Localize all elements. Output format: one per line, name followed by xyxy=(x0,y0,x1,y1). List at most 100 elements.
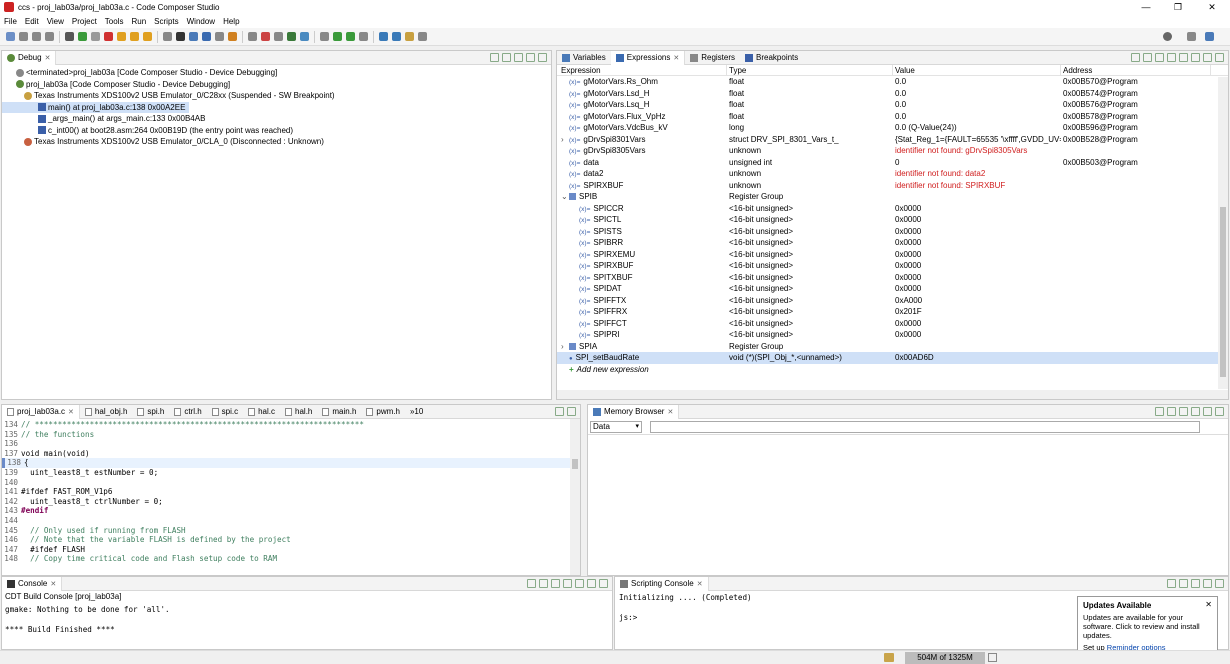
minimize-view-icon[interactable] xyxy=(1203,407,1212,416)
maximize-button[interactable]: ❐ xyxy=(1164,0,1192,14)
expressions-hscrollbar[interactable] xyxy=(557,390,1228,399)
close-icon[interactable]: ✕ xyxy=(1205,600,1212,609)
expression-row[interactable]: (x)= SPIFFCT <16-bit unsigned> 0x0000 xyxy=(557,318,1228,330)
toolbar-button-icon[interactable] xyxy=(65,32,74,41)
debug-perspective-icon[interactable] xyxy=(1205,32,1214,41)
format-icon[interactable] xyxy=(1179,407,1188,416)
editor-tab[interactable]: hal.c xyxy=(243,405,280,419)
debug-tree-item[interactable]: Texas Instruments XDS100v2 USB Emulator_… xyxy=(2,136,551,148)
column-header-value[interactable]: Value xyxy=(893,65,1061,75)
expand-toggle-icon[interactable]: ⌄ xyxy=(561,191,569,203)
new-script-icon[interactable] xyxy=(1167,579,1176,588)
updates-notification[interactable]: Updates Available ✕ Updates are availabl… xyxy=(1077,596,1218,654)
expression-row[interactable]: (x)= SPIRXEMU <16-bit unsigned> 0x0000 xyxy=(557,249,1228,261)
expression-value[interactable]: 0x0000 xyxy=(893,272,1061,284)
editor-tab[interactable]: hal.h xyxy=(280,405,317,419)
debug-tree-item[interactable]: _args_main() at args_main.c:133 0x00B4AB xyxy=(2,113,551,125)
expression-row[interactable]: (x)= data unsigned int 0 0x00B503@Program xyxy=(557,157,1228,169)
minimize-button[interactable]: — xyxy=(1132,0,1160,14)
toolbar-button-icon[interactable] xyxy=(45,32,54,41)
expression-value[interactable]: {Stat_Reg_1={FAULT=65535 '\xffff',GVDD_U… xyxy=(893,134,1061,146)
toolbar-button-icon[interactable] xyxy=(248,32,257,41)
menu-item-tools[interactable]: Tools xyxy=(101,17,128,26)
expression-row[interactable]: › (x)= gDrvSpi8301Vars struct DRV_SPI_8301_… xyxy=(557,134,1228,146)
maximize-view-icon[interactable] xyxy=(1215,53,1224,62)
expression-value[interactable]: 0.0 xyxy=(893,76,1061,88)
toolbar-button-icon[interactable] xyxy=(32,32,41,41)
expression-row[interactable]: (x)= data2 unknown identifier not found: da… xyxy=(557,168,1228,180)
expression-value[interactable]: 0.0 xyxy=(893,99,1061,111)
editor-tab[interactable]: spi.c xyxy=(207,405,243,419)
tab-scripting-console[interactable]: Scripting Console ✕ xyxy=(615,576,709,591)
perspective-icon[interactable] xyxy=(1187,32,1196,41)
expression-row[interactable]: (x)= gMotorVars.Rs_Ohm float 0.0 0x00B570@Pr… xyxy=(557,76,1228,88)
debug-tree-item[interactable]: Texas Instruments XDS100v2 USB Emulator_… xyxy=(2,90,551,102)
tab-memory-browser[interactable]: Memory Browser ✕ xyxy=(588,404,680,419)
tab-registers[interactable]: Registers xyxy=(685,51,740,65)
expression-row[interactable]: ⌄ SPIB Register Group xyxy=(557,191,1228,203)
expression-row[interactable]: (x)= SPIRXBUF unknown identifier not found:… xyxy=(557,180,1228,192)
close-icon[interactable]: ✕ xyxy=(667,408,673,416)
remove-expression-icon[interactable] xyxy=(1143,53,1152,62)
toolbar-button-icon[interactable] xyxy=(189,32,198,41)
expression-value[interactable]: 0x0000 xyxy=(893,214,1061,226)
expand-toggle-icon[interactable]: › xyxy=(561,134,569,146)
expression-row[interactable]: (x)= SPIFFTX <16-bit unsigned> 0xA000 xyxy=(557,295,1228,307)
debug-tree-item[interactable]: proj_lab03a [Code Composer Studio - Devi… xyxy=(2,79,551,91)
column-header-expression[interactable]: Expression xyxy=(557,65,727,75)
menu-item-window[interactable]: Window xyxy=(183,17,219,26)
editor-scroll-thumb[interactable] xyxy=(572,459,578,469)
expression-row[interactable]: (x)= SPIRXBUF <16-bit unsigned> 0x0000 xyxy=(557,260,1228,272)
toolbar-button-icon[interactable] xyxy=(19,32,28,41)
close-icon[interactable]: ✕ xyxy=(68,408,74,416)
column-header-address[interactable]: Address xyxy=(1061,65,1211,75)
expression-value[interactable]: 0x0000 xyxy=(893,260,1061,272)
close-icon[interactable]: ✕ xyxy=(50,580,56,588)
memory-page-select[interactable]: Data ▾ xyxy=(590,420,642,433)
clear-icon[interactable] xyxy=(1191,579,1200,588)
menu-item-project[interactable]: Project xyxy=(68,17,101,26)
minimize-view-icon[interactable] xyxy=(587,579,596,588)
code-editor[interactable]: 134// **********************************… xyxy=(2,419,570,575)
editor-scrollbar[interactable] xyxy=(570,419,580,575)
expand-toggle-icon[interactable]: › xyxy=(561,341,569,353)
expression-value[interactable]: 0x00AD6D xyxy=(893,352,1061,364)
expression-row[interactable]: (x)= SPISTS <16-bit unsigned> 0x0000 xyxy=(557,226,1228,238)
editor-tab[interactable]: proj_lab03a.c ✕ xyxy=(2,404,80,419)
collapse-all-icon[interactable] xyxy=(1179,53,1188,62)
editor-tab[interactable]: pwm.h xyxy=(361,405,405,419)
debug-tree-item[interactable]: <terminated>proj_lab03a [Code Composer S… xyxy=(2,67,551,79)
expression-value[interactable]: 0x0000 xyxy=(893,318,1061,330)
scroll-lock-icon[interactable] xyxy=(527,579,536,588)
expression-value[interactable]: 0 xyxy=(893,157,1061,169)
expression-row[interactable]: (x)= SPICTL <16-bit unsigned> 0x0000 xyxy=(557,214,1228,226)
expression-row[interactable]: (x)= gMotorVars.Lsd_H float 0.0 0x00B574@Pro… xyxy=(557,88,1228,100)
minimize-view-icon[interactable] xyxy=(1203,579,1212,588)
tab-breakpoints[interactable]: Breakpoints xyxy=(740,51,803,65)
tab-expressions[interactable]: Expressions ✕ xyxy=(610,50,686,65)
toolbar-button-icon[interactable] xyxy=(300,32,309,41)
menu-item-help[interactable]: Help xyxy=(219,17,243,26)
expression-row[interactable]: (x)= gMotorVars.Flux_VpHz float 0.0 0x00B578… xyxy=(557,111,1228,123)
display-console-icon[interactable] xyxy=(563,579,572,588)
tab-variables[interactable]: Variables xyxy=(557,51,611,65)
open-script-icon[interactable] xyxy=(1179,579,1188,588)
menu-item-view[interactable]: View xyxy=(43,17,68,26)
toolbar-button-icon[interactable] xyxy=(359,32,368,41)
toolbar-button-icon[interactable] xyxy=(104,32,113,41)
search-icon[interactable] xyxy=(1163,32,1172,41)
toolbar-button-icon[interactable] xyxy=(346,32,355,41)
remove-terminated-icon[interactable] xyxy=(502,53,511,62)
toolbar-button-icon[interactable] xyxy=(333,32,342,41)
toolbar-button-icon[interactable] xyxy=(418,32,427,41)
toolbar-button-icon[interactable] xyxy=(261,32,270,41)
toolbar-button-icon[interactable] xyxy=(202,32,211,41)
expression-row[interactable]: (x)= gMotorVars.Lsq_H float 0.0 0x00B576@Pro… xyxy=(557,99,1228,111)
expression-value[interactable]: 0x0000 xyxy=(893,329,1061,341)
remove-all-icon[interactable] xyxy=(1155,53,1164,62)
expressions-scrollbar[interactable] xyxy=(1218,77,1228,389)
minimize-view-icon[interactable] xyxy=(1203,53,1212,62)
maximize-view-icon[interactable] xyxy=(599,579,608,588)
new-tab-icon[interactable] xyxy=(1167,407,1176,416)
collapse-icon[interactable] xyxy=(490,53,499,62)
